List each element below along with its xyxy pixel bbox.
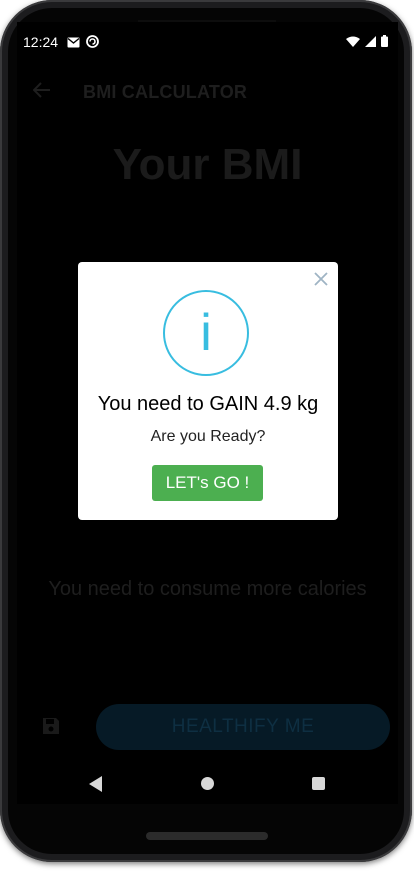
wifi-icon — [346, 34, 360, 52]
gain-weight-dialog: i You need to GAIN 4.9 kg Are you Ready?… — [78, 262, 338, 520]
save-icon[interactable] — [41, 716, 61, 741]
sync-icon — [86, 35, 99, 53]
nav-home-icon[interactable] — [201, 777, 214, 790]
nav-back-icon[interactable] — [89, 776, 103, 797]
signal-icon — [365, 34, 376, 52]
info-glyph: i — [200, 304, 212, 362]
app-title: BMI CALCULATOR — [83, 82, 248, 102]
close-icon[interactable] — [314, 272, 328, 291]
info-icon: i — [163, 290, 249, 376]
battery-icon — [381, 34, 388, 52]
status-bar: 12:24 — [17, 22, 398, 60]
status-left-icons — [67, 35, 99, 53]
healthify-me-button[interactable]: HEALTHIFY ME — [96, 704, 390, 750]
phone-chin-speaker — [146, 832, 268, 840]
arrow-left-icon[interactable] — [32, 82, 51, 103]
dialog-title: You need to GAIN 4.9 kg — [97, 393, 319, 415]
calories-message: You need to consume more calories — [48, 578, 367, 600]
gmail-icon — [67, 35, 80, 53]
status-time: 12:24 — [23, 34, 59, 50]
system-nav-bar — [17, 764, 398, 804]
page-heading: Your BMI — [112, 140, 303, 189]
status-right-icons — [346, 34, 388, 52]
dialog-subtitle: Are you Ready? — [150, 428, 266, 445]
nav-recents-icon[interactable] — [312, 777, 325, 790]
lets-go-button[interactable]: LET's GO ! — [152, 465, 263, 501]
app-bar: BMI CALCULATOR — [17, 70, 398, 114]
